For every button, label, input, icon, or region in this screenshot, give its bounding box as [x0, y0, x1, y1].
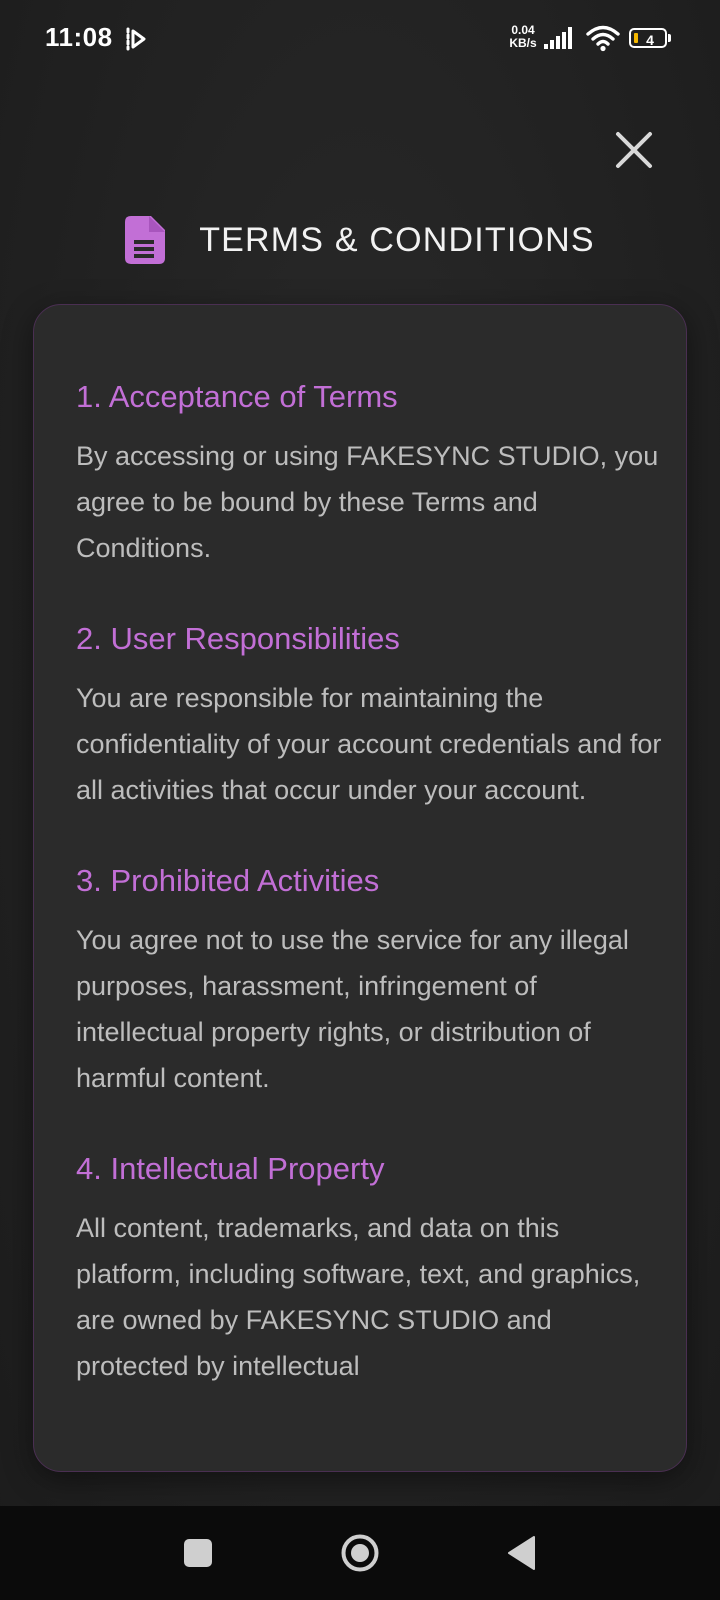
battery-tip — [668, 34, 671, 42]
section-title: 3. Prohibited Activities — [76, 863, 380, 898]
battery-body: 4 — [629, 28, 667, 48]
section-title: 2. User Responsibilities — [76, 621, 400, 656]
section-body: You are responsible for maintaining the … — [76, 683, 662, 805]
terms-section: 3. Prohibited Activities You agree not t… — [76, 861, 666, 1101]
section-title: 1. Acceptance of Terms — [76, 379, 398, 414]
terms-section: 4. Intellectual Property All content, tr… — [76, 1149, 666, 1389]
home-icon[interactable] — [340, 1533, 380, 1573]
wifi-icon — [586, 25, 620, 52]
page-title: TERMS & CONDITIONS — [199, 220, 595, 259]
section-body: All content, trademarks, and data on thi… — [76, 1213, 641, 1381]
app-notification-icon — [126, 27, 146, 51]
network-speed: 0.04 KB/s — [505, 24, 541, 50]
battery-icon: 4 — [629, 28, 673, 50]
terms-content: 1. Acceptance of Terms By accessing or u… — [76, 377, 666, 1437]
section-title: 4. Intellectual Property — [76, 1151, 385, 1186]
terms-section: 1. Acceptance of Terms By accessing or u… — [76, 377, 666, 571]
document-icon — [125, 216, 166, 264]
page-header: TERMS & CONDITIONS — [0, 210, 720, 270]
status-bar: 11:08 0.04 KB/s 4 — [0, 0, 720, 80]
section-body: By accessing or using FAKESYNC STUDIO, y… — [76, 441, 659, 563]
network-speed-unit: KB/s — [509, 36, 537, 50]
section-body: You agree not to use the service for any… — [76, 925, 629, 1093]
signal-icon — [544, 27, 572, 49]
terms-section: 2. User Responsibilities You are respons… — [76, 619, 666, 813]
battery-level: 4 — [646, 32, 654, 48]
recent-apps-icon[interactable] — [184, 1539, 212, 1567]
terms-card[interactable]: 1. Acceptance of Terms By accessing or u… — [33, 304, 687, 1472]
back-icon[interactable] — [506, 1535, 536, 1571]
close-icon[interactable] — [612, 128, 656, 172]
terms-screen: 11:08 0.04 KB/s 4 TERMS & CONDITIONS 1. … — [0, 0, 720, 1600]
navigation-bar — [0, 1506, 720, 1600]
status-time: 11:08 — [45, 22, 113, 52]
